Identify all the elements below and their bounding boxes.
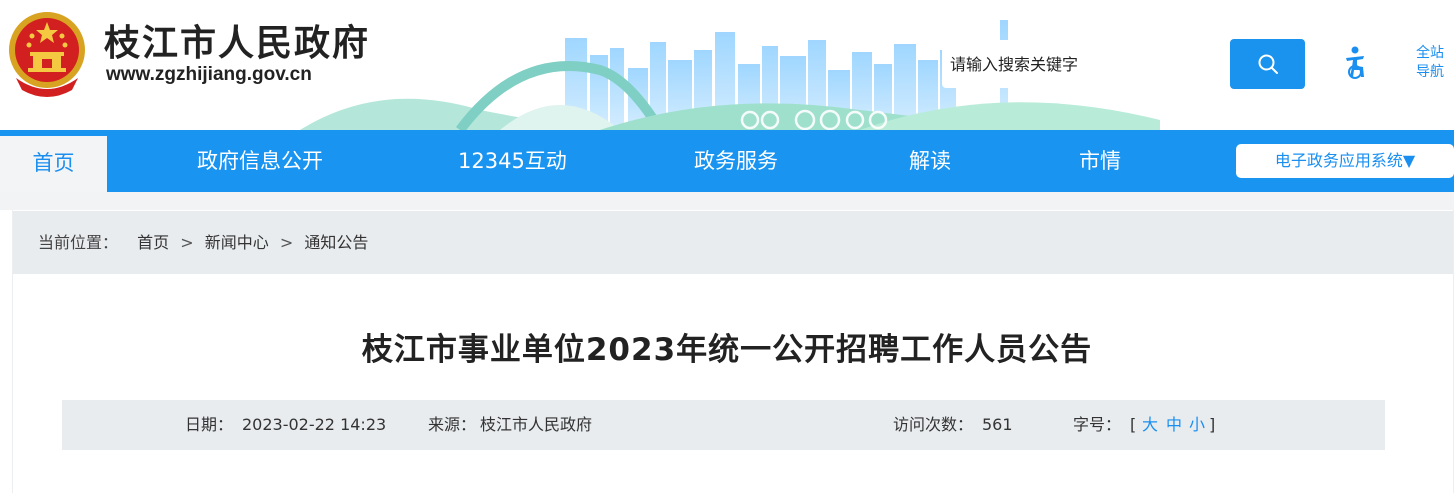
breadcrumb-home[interactable]: 首页 bbox=[137, 233, 169, 252]
site-header: 枝江市人民政府 www.zgzhijiang.gov.cn 全站 导航 bbox=[0, 0, 1454, 130]
breadcrumb-separator: > bbox=[180, 233, 194, 252]
nav-item-12345[interactable]: 12345互动 bbox=[458, 130, 567, 192]
site-url: www.zgzhijiang.gov.cn bbox=[106, 64, 312, 85]
accessibility-icon[interactable] bbox=[1342, 46, 1370, 80]
nav-item-gov-services[interactable]: 政务服务 bbox=[694, 130, 778, 192]
content-top-band bbox=[0, 192, 1454, 210]
font-size-bracket-close: ] bbox=[1209, 415, 1216, 434]
font-size-small-button[interactable]: 小 bbox=[1189, 400, 1205, 450]
font-size-medium-button[interactable]: 中 bbox=[1166, 400, 1182, 450]
article-meta-bar: 日期： 2023-02-22 14:23 来源： 枝江市人民政府 访问次数： 5… bbox=[62, 400, 1385, 450]
source-label: 来源： bbox=[428, 415, 477, 434]
nav-item-interpretation[interactable]: 解读 bbox=[909, 130, 951, 192]
breadcrumb: 当前位置： 首页 > 新闻中心 > 通知公告 bbox=[13, 211, 1453, 274]
font-size-label: 字号： bbox=[1073, 415, 1122, 434]
search-button[interactable] bbox=[1230, 39, 1305, 89]
font-size-large-button[interactable]: 大 bbox=[1142, 400, 1158, 450]
site-nav-line2: 导航 bbox=[1416, 64, 1444, 80]
date-label: 日期： bbox=[185, 415, 234, 434]
visit-count: 561 bbox=[982, 415, 1013, 434]
egov-dropdown-button[interactable]: 电子政务应用系统▼ bbox=[1236, 144, 1454, 178]
national-emblem-icon bbox=[9, 12, 85, 97]
publish-date: 2023-02-22 14:23 bbox=[242, 415, 387, 434]
breadcrumb-label: 当前位置： bbox=[38, 233, 119, 252]
breadcrumb-news-center[interactable]: 新闻中心 bbox=[205, 233, 269, 252]
article-source: 枝江市人民政府 bbox=[480, 415, 593, 434]
nav-item-home[interactable]: 首页 bbox=[0, 136, 107, 192]
search-input[interactable] bbox=[942, 40, 1227, 88]
nav-item-gov-info[interactable]: 政府信息公开 bbox=[197, 130, 323, 192]
breadcrumb-notices[interactable]: 通知公告 bbox=[304, 233, 368, 252]
breadcrumb-separator: > bbox=[279, 233, 294, 252]
visits-label: 访问次数： bbox=[893, 415, 974, 434]
site-nav-line1: 全站 bbox=[1416, 45, 1444, 61]
article-title: 枝江市事业单位2023年统一公开招聘工作人员公告 bbox=[361, 332, 1093, 368]
font-size-bracket-open: [ bbox=[1130, 415, 1137, 434]
site-navigation-link[interactable]: 全站 导航 bbox=[1412, 44, 1448, 82]
nav-item-city-info[interactable]: 市情 bbox=[1079, 130, 1121, 192]
search-icon bbox=[1258, 54, 1278, 74]
site-name: 枝江市人民政府 bbox=[104, 22, 371, 64]
